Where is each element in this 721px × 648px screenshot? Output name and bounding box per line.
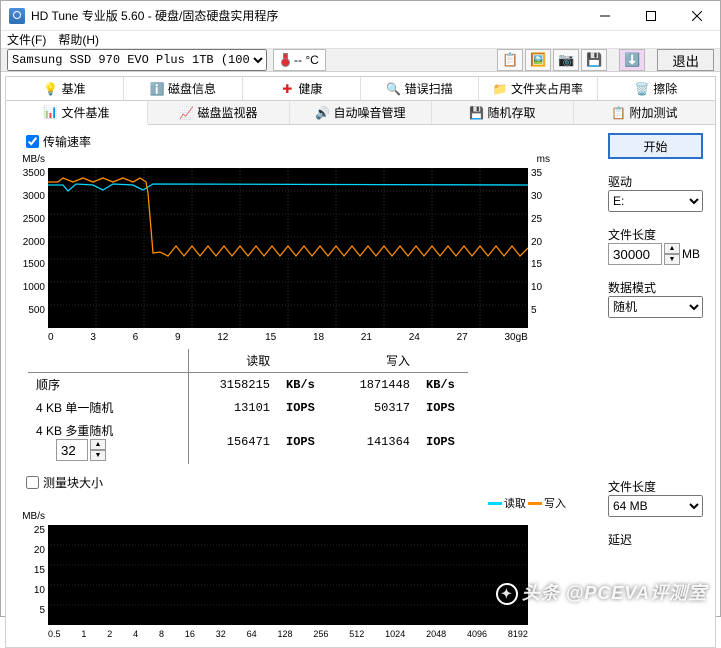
trash-icon: 🗑️ <box>635 82 649 96</box>
app-icon <box>9 8 25 24</box>
filelen2-label: 文件长度 <box>608 478 703 495</box>
thermometer-icon <box>280 53 290 67</box>
menu-file[interactable]: 文件(F) <box>7 31 46 48</box>
tab-diskmonitor[interactable]: 📈磁盘监视器 <box>148 101 290 124</box>
tab-errorscan[interactable]: 🔍错误扫描 <box>361 77 479 100</box>
pattern-select[interactable]: 随机 <box>608 296 703 318</box>
close-button[interactable] <box>674 1 720 31</box>
delay-label: 延迟 <box>608 531 703 548</box>
chart-icon: 📊 <box>43 105 57 119</box>
tab-benchmark[interactable]: 💡基准 <box>6 77 124 100</box>
tab-info[interactable]: ℹ️磁盘信息 <box>124 77 242 100</box>
folder-icon: 📁 <box>493 82 507 96</box>
toolbar: Samsung SSD 970 EVO Plus 1TB (1000 gB) -… <box>1 48 720 72</box>
options-button[interactable]: ⬇️ <box>619 49 645 71</box>
y-axis-left-2: MB/s 252015105 <box>18 511 48 625</box>
x-axis: 036912151821242730gB <box>48 332 528 343</box>
chart-legend: 读取 写入 <box>18 495 566 511</box>
y-axis-right: ms 3530252015105 <box>528 154 552 328</box>
tab-erase[interactable]: 🗑️擦除 <box>598 77 715 100</box>
queue-depth-input[interactable] <box>56 439 88 461</box>
start-button[interactable]: 开始 <box>608 133 703 159</box>
transfer-rate-chart <box>48 168 528 328</box>
filelen-input[interactable] <box>608 243 662 265</box>
blocksize-label: 测量块大小 <box>43 474 103 491</box>
clipboard-icon: 📋 <box>611 106 625 120</box>
transfer-rate-checkbox[interactable] <box>26 135 39 148</box>
filelen2-select[interactable]: 64 MB <box>608 495 703 517</box>
tab-extra[interactable]: 📋附加测试 <box>574 101 715 124</box>
minimize-button[interactable] <box>582 1 628 31</box>
transfer-rate-label: 传输速率 <box>43 133 91 150</box>
menubar: 文件(F) 帮助(H) <box>1 31 720 48</box>
speaker-icon: 🔊 <box>315 106 329 120</box>
blocksize-chart <box>48 525 528 625</box>
drive-label: 驱动 <box>608 173 703 190</box>
filelen-label: 文件长度 <box>608 226 703 243</box>
table-row: 顺序3158215KB/s1871448KB/s <box>28 373 468 397</box>
exit-button[interactable]: 退出 <box>657 49 714 71</box>
x-axis-2: 0.512481632641282565121024204840968192 <box>48 629 528 639</box>
drive-letter-select[interactable]: E: <box>608 190 703 212</box>
tab-aam[interactable]: 🔊自动噪音管理 <box>290 101 432 124</box>
drive-select[interactable]: Samsung SSD 970 EVO Plus 1TB (1000 gB) <box>7 49 267 71</box>
pattern-label: 数据模式 <box>608 279 703 296</box>
window-title: HD Tune 专业版 5.60 - 硬盘/固态硬盘实用程序 <box>31 7 582 24</box>
tab-folderusage[interactable]: 📁文件夹占用率 <box>479 77 597 100</box>
tabs-primary: 💡基准 ℹ️磁盘信息 ✚健康 🔍错误扫描 📁文件夹占用率 🗑️擦除 <box>6 77 715 101</box>
temperature-display: -- °C <box>273 49 326 71</box>
plus-icon: ✚ <box>280 82 294 96</box>
search-icon: 🔍 <box>387 82 401 96</box>
monitor-icon: 📈 <box>179 106 193 120</box>
table-row: 4 KB 多重随机 ▲▼ 156471IOPS141364IOPS <box>28 419 468 464</box>
screenshot-button[interactable]: 🖼️ <box>525 49 551 71</box>
legend-read-color <box>488 502 502 505</box>
queue-depth-spinner[interactable]: ▲▼ <box>90 439 106 461</box>
tab-health[interactable]: ✚健康 <box>243 77 361 100</box>
blocksize-checkbox[interactable] <box>26 476 39 489</box>
table-row: 4 KB 单一随机13101IOPS50317IOPS <box>28 396 468 419</box>
y-axis-left: MB/s 350030002500200015001000500 <box>18 154 48 328</box>
info-icon: ℹ️ <box>150 82 164 96</box>
disk-icon: 💾 <box>469 106 483 120</box>
results-table: 读取写入 顺序3158215KB/s1871448KB/s 4 KB 单一随机1… <box>28 349 590 464</box>
tab-random[interactable]: 💾随机存取 <box>432 101 574 124</box>
legend-write-color <box>528 502 542 505</box>
bulb-icon: 💡 <box>44 82 58 96</box>
maximize-button[interactable] <box>628 1 674 31</box>
camera-button[interactable]: 📷 <box>553 49 579 71</box>
filelen-spinner[interactable]: ▲▼ <box>664 243 680 265</box>
menu-help[interactable]: 帮助(H) <box>58 31 99 48</box>
tabs-secondary: 📊文件基准 📈磁盘监视器 🔊自动噪音管理 💾随机存取 📋附加测试 <box>6 101 715 125</box>
save-button[interactable]: 💾 <box>581 49 607 71</box>
copy-info-button[interactable]: 📋 <box>497 49 523 71</box>
tab-filebench[interactable]: 📊文件基准 <box>6 101 148 125</box>
titlebar: HD Tune 专业版 5.60 - 硬盘/固态硬盘实用程序 <box>1 1 720 31</box>
